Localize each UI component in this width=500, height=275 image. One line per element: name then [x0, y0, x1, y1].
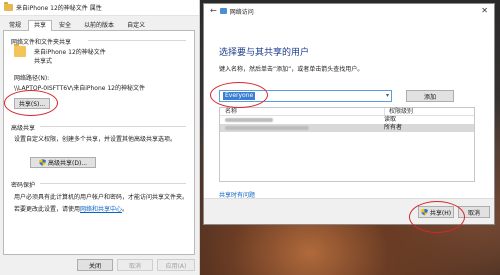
- back-arrow-icon[interactable]: ←: [210, 7, 217, 15]
- add-button[interactable]: 添加: [406, 90, 454, 102]
- permission-level: 读取: [384, 116, 397, 123]
- table-row[interactable]: 所有者: [220, 124, 474, 132]
- permission-level: 所有者: [384, 124, 403, 131]
- folder-status: 共享式: [34, 58, 53, 65]
- redacted-user-name: [225, 126, 309, 130]
- tab-sharing[interactable]: 共享: [28, 20, 53, 31]
- instruction-text: 键入名称，然后单击“添加”，或者单击箭头查找用户。: [219, 66, 364, 73]
- tab-security[interactable]: 安全: [53, 20, 77, 30]
- close-button[interactable]: 关闭: [77, 259, 113, 271]
- advanced-description: 设置自定义权限，创建多个共享，并设置其他高级共享选项。: [14, 136, 177, 143]
- section-divider: [40, 126, 186, 127]
- redacted-user-name: [225, 118, 273, 122]
- properties-footer: 关闭 取消 应用(A): [0, 259, 199, 271]
- tab-customize[interactable]: 自定义: [121, 20, 151, 30]
- network-access-dialog: ← 网络访问 ✕ 选择要与其共享的用户 键入名称，然后单击“添加”，或者单击箭头…: [203, 3, 495, 233]
- tab-previous-versions[interactable]: 以前的版本: [78, 20, 120, 30]
- uac-shield-icon: [38, 159, 46, 166]
- properties-titlebar[interactable]: 来自iPhone 12的神秘文件 属性: [0, 0, 199, 16]
- properties-title: 来自iPhone 12的神秘文件 属性: [16, 5, 102, 12]
- properties-tabs: 常规 共享 安全 以前的版本 自定义: [3, 20, 195, 31]
- annotation-circle: [4, 90, 58, 116]
- advanced-share-button-label: 高级共享(D)...: [47, 160, 88, 167]
- network-access-titlebar[interactable]: ← 网络访问: [204, 4, 494, 18]
- sharing-pane: 网络文件和文件夹共享 来自iPhone 12的神秘文件 共享式 网络路径(N):…: [3, 31, 195, 255]
- folder-name: 来自iPhone 12的神秘文件: [34, 49, 106, 56]
- network-icon: [219, 8, 227, 14]
- column-permission[interactable]: 权限级别: [384, 108, 413, 115]
- chevron-down-icon[interactable]: ▾: [386, 92, 389, 99]
- tab-general[interactable]: 常规: [3, 20, 27, 30]
- network-sharing-center-link[interactable]: 网络和共享中心: [80, 206, 122, 213]
- annotation-circle: [210, 82, 268, 108]
- section-divider: [88, 40, 186, 41]
- annotation-circle: [409, 201, 465, 233]
- apply-button[interactable]: 应用(A): [157, 259, 195, 271]
- users-table: 名称 权限级别 读取 所有者: [219, 107, 475, 182]
- password-link-suffix: 。: [122, 206, 129, 213]
- close-icon[interactable]: ✕: [481, 6, 488, 15]
- cancel-button[interactable]: 取消: [117, 259, 153, 271]
- password-section-title: 密码保护: [11, 182, 36, 189]
- password-description: 用户必须具有此计算机的用户帐户和密码，才能访问共享文件夹。: [14, 194, 189, 201]
- network-share-section-title: 网络文件和文件夹共享: [11, 39, 72, 46]
- advanced-section-title: 高级共享: [11, 125, 36, 132]
- table-row[interactable]: 读取: [220, 116, 474, 124]
- column-name[interactable]: 名称: [220, 108, 384, 115]
- password-link-prefix: 若要更改此设置，请使用: [14, 206, 81, 213]
- properties-dialog: 来自iPhone 12的神秘文件 属性 常规 共享 安全 以前的版本 自定义 网…: [0, 0, 200, 275]
- folder-icon: [4, 2, 13, 11]
- page-title: 选择要与其共享的用户: [219, 48, 310, 58]
- advanced-share-button[interactable]: 高级共享(D)...: [30, 157, 96, 168]
- section-divider: [40, 183, 186, 184]
- shared-folder-icon: [14, 44, 26, 57]
- network-access-title: 网络访问: [229, 8, 254, 16]
- table-header: 名称 权限级别: [220, 108, 474, 116]
- network-path-label: 网络路径(N):: [14, 75, 50, 82]
- password-change-hint: 若要更改此设置，请使用网络和共享中心。: [14, 204, 128, 213]
